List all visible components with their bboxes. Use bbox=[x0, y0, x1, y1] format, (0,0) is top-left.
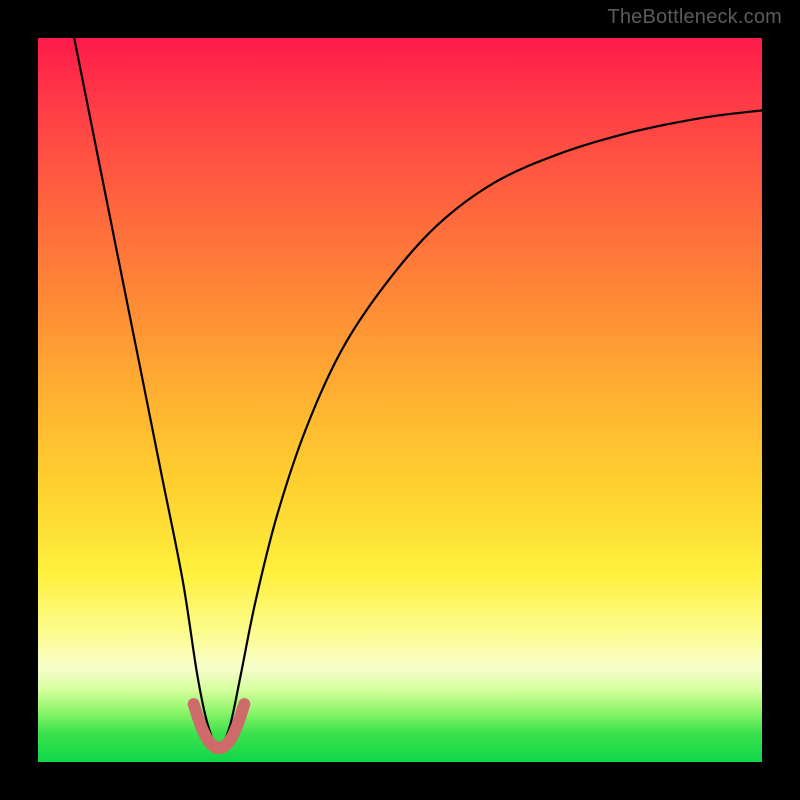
chart-frame: TheBottleneck.com bbox=[0, 0, 800, 800]
watermark-text: TheBottleneck.com bbox=[607, 6, 782, 29]
bottleneck-curve bbox=[74, 38, 762, 748]
highlight-trough bbox=[194, 704, 245, 748]
chart-svg bbox=[38, 38, 762, 762]
